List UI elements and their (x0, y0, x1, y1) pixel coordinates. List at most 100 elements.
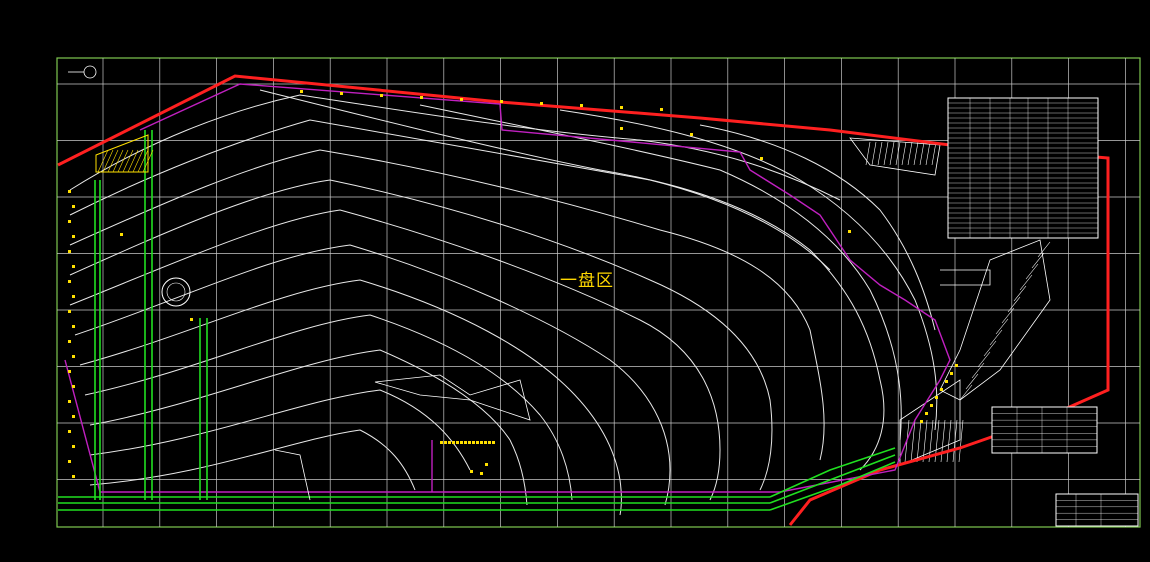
hatch-line (916, 419, 922, 463)
survey-marker (488, 441, 491, 444)
hatch-line (883, 141, 889, 166)
survey-marker (72, 415, 75, 418)
survey-marker (340, 92, 343, 95)
hatch-line (137, 149, 149, 173)
hatch-line (925, 141, 931, 166)
survey-marker (68, 190, 71, 193)
hatch-line (865, 141, 871, 166)
hatch-line (965, 373, 979, 390)
survey-marker (760, 157, 763, 160)
survey-marker (950, 372, 953, 375)
survey-marker (460, 98, 463, 101)
survey-marker (440, 441, 443, 444)
survey-marker (448, 441, 451, 444)
survey-marker (492, 441, 495, 444)
survey-marker (485, 463, 488, 466)
region-label: 一盘区 (560, 271, 614, 291)
survey-marker (452, 441, 455, 444)
hatch-line (940, 419, 946, 463)
survey-marker (72, 265, 75, 268)
hatch-line (1037, 241, 1051, 258)
survey-marker (480, 441, 483, 444)
survey-marker (190, 318, 193, 321)
survey-marker (456, 441, 459, 444)
survey-marker (940, 388, 943, 391)
survey-marker (500, 100, 503, 103)
hatch-line (931, 141, 937, 166)
hatch-line (977, 351, 991, 368)
borehole-icon (161, 277, 191, 307)
survey-marker (72, 355, 75, 358)
survey-marker (72, 205, 75, 208)
survey-marker (72, 295, 75, 298)
hatch-line (919, 141, 925, 166)
survey-marker (72, 235, 75, 238)
hatch-line (112, 149, 124, 173)
legend-table (991, 406, 1098, 454)
survey-marker (690, 133, 693, 136)
survey-marker (72, 445, 75, 448)
north-arrow-icon (68, 65, 97, 79)
survey-marker (945, 380, 948, 383)
hatch-line (946, 419, 952, 463)
survey-marker (660, 108, 663, 111)
hatch-line (107, 149, 119, 173)
roadways (58, 130, 896, 511)
survey-marker (935, 396, 938, 399)
survey-marker (68, 220, 71, 223)
survey-marker (930, 404, 933, 407)
hatch-line (1031, 252, 1045, 269)
survey-marker (470, 470, 473, 473)
hatch-line (1025, 263, 1039, 280)
survey-marker (468, 441, 471, 444)
hatch-line (889, 141, 895, 166)
survey-marker (464, 441, 467, 444)
survey-marker (72, 385, 75, 388)
hatch-line (127, 149, 139, 173)
cad-drawing-viewport[interactable]: 一盘区 (0, 0, 1150, 562)
geologic-outlines (274, 269, 991, 501)
hatch-line (102, 149, 114, 173)
survey-marker (68, 430, 71, 433)
survey-marker (620, 106, 623, 109)
survey-marker (620, 127, 623, 130)
survey-marker (460, 441, 463, 444)
survey-marker (380, 94, 383, 97)
working-limit-line (64, 83, 951, 493)
title-block (1055, 493, 1139, 527)
hatch-line (1019, 274, 1033, 291)
coordinate-table (947, 97, 1099, 239)
hatch-line (983, 340, 997, 357)
survey-marker (848, 230, 851, 233)
survey-marker (444, 441, 447, 444)
hatch-line (877, 141, 883, 166)
survey-marker (420, 96, 423, 99)
hatch-line (907, 141, 913, 166)
survey-marker (68, 250, 71, 253)
survey-marker (540, 102, 543, 105)
survey-marker (68, 400, 71, 403)
hatch-line (122, 149, 134, 173)
survey-marker (72, 325, 75, 328)
survey-marker (68, 370, 71, 373)
survey-marker (68, 340, 71, 343)
hatch-line (913, 141, 919, 166)
survey-marker (68, 460, 71, 463)
survey-marker (484, 441, 487, 444)
survey-marker (472, 441, 475, 444)
survey-marker (580, 104, 583, 107)
hatch-line (901, 141, 907, 166)
survey-marker (920, 420, 923, 423)
survey-marker (72, 475, 75, 478)
survey-marker (480, 472, 483, 475)
hatch-line (871, 141, 877, 166)
hatch-line (1013, 285, 1027, 302)
survey-marker (68, 310, 71, 313)
hatch-line (971, 362, 985, 379)
survey-marker (300, 90, 303, 93)
hatch-line (995, 318, 1009, 335)
hatch-line (989, 329, 1003, 346)
survey-marker (476, 441, 479, 444)
survey-marker (955, 364, 958, 367)
survey-marker (68, 280, 71, 283)
